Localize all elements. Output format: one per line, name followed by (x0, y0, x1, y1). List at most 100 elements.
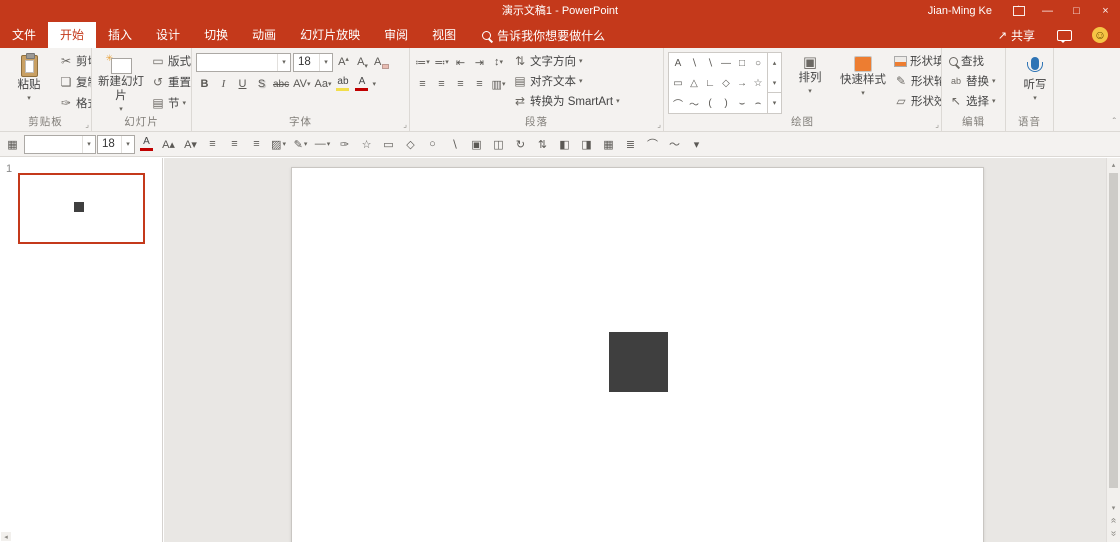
qat-star-icon[interactable]: ☆ (356, 134, 377, 155)
italic-button[interactable]: I (215, 75, 232, 94)
strikethrough-button[interactable]: abc (272, 75, 290, 94)
shape-effects-button[interactable]: ▱形状效果▾ (891, 91, 942, 111)
line-spacing-button[interactable]: ↕▾ (490, 53, 507, 72)
scroll-left-icon[interactable]: ◂ (1, 532, 11, 541)
maximize-button[interactable]: □ (1062, 0, 1091, 22)
font-color-button[interactable]: A (353, 75, 370, 94)
shape-icon[interactable]: — (721, 58, 731, 69)
comments-icon[interactable] (1057, 30, 1072, 41)
bold-button[interactable]: B (196, 75, 213, 94)
account-name[interactable]: Jian-Ming Ke (928, 5, 992, 17)
shapes-gallery[interactable]: A ∖ ∖ — □ ○ ▭ △ ∟ ◇ → ☆ ⌒ ～ ( ) ⌣ ⌢ ▴ (668, 52, 782, 114)
font-name-combo[interactable]: ▾ (196, 53, 291, 72)
tab-review[interactable]: 审阅 (372, 22, 420, 48)
qat-rotate-icon[interactable]: ↻ (510, 134, 531, 155)
shapes-more-icon[interactable]: ▾ (768, 92, 781, 113)
qat-group-icon[interactable]: ◫ (488, 134, 509, 155)
next-slide-button[interactable]: » (1107, 527, 1120, 540)
qat-more-commands-icon[interactable]: ▾ (686, 134, 707, 155)
dialog-launcher-icon[interactable]: ⌟ (85, 121, 89, 129)
decrease-indent-button[interactable]: ⇤ (452, 53, 469, 72)
combo-caret[interactable]: ▾ (277, 54, 290, 71)
tab-insert[interactable]: 插入 (96, 22, 144, 48)
combo-caret[interactable]: ▾ (319, 54, 332, 71)
minimize-button[interactable]: — (1033, 0, 1062, 22)
select-button[interactable]: ↖选择▾ (946, 91, 999, 111)
share-button[interactable]: ↗ 共享 (988, 27, 1045, 44)
character-spacing-button[interactable]: AV▾ (292, 75, 311, 94)
qat-view-icon[interactable]: ▦ (2, 134, 23, 155)
previous-slide-button[interactable]: « (1107, 514, 1120, 527)
quick-styles-button[interactable]: 快速样式 ▾ (838, 51, 888, 114)
dictate-button[interactable]: 听写 ▾ (1010, 51, 1054, 114)
format-painter-button[interactable]: ✑格式刷 (57, 93, 92, 113)
columns-button[interactable]: ▥▾ (490, 75, 507, 94)
shape-icon[interactable]: △ (690, 78, 698, 89)
align-center-button[interactable]: ≡ (433, 75, 450, 94)
find-button[interactable]: 查找 (946, 51, 999, 71)
qat-increase-font-icon[interactable]: A▴ (158, 134, 179, 155)
shape-icon[interactable]: ∖ (707, 58, 713, 69)
qat-font-color-icon[interactable]: A (136, 134, 157, 155)
qat-shape-outline-icon[interactable]: ✎▾ (290, 134, 311, 155)
section-button[interactable]: ▤节▾ (149, 93, 192, 113)
dialog-launcher-icon[interactable]: ⌟ (403, 121, 407, 129)
text-shadow-button[interactable]: S (253, 75, 270, 94)
clear-formatting-button[interactable]: A (373, 53, 390, 72)
tab-slideshow[interactable]: 幻灯片放映 (288, 22, 372, 48)
replace-button[interactable]: ab替换▾ (946, 71, 999, 91)
combo-caret[interactable]: ▾ (82, 136, 95, 153)
slide-thumbnail[interactable] (18, 173, 145, 244)
shape-icon[interactable]: ⌒ (673, 96, 683, 111)
qat-arrange-icon[interactable]: ▣ (466, 134, 487, 155)
qat-distribute-icon[interactable]: ≣ (620, 134, 641, 155)
shapes-scroll-up-icon[interactable]: ▴ (768, 53, 781, 73)
shape-icon[interactable]: ( (708, 98, 711, 109)
qat-textbox-icon[interactable]: ▭ (378, 134, 399, 155)
qat-shape-icon[interactable]: ◇ (400, 134, 421, 155)
align-right-button[interactable]: ≡ (452, 75, 469, 94)
tab-file[interactable]: 文件 (0, 22, 48, 48)
qat-format-painter-icon[interactable]: ✑ (334, 134, 355, 155)
shape-icon[interactable]: ∖ (691, 58, 697, 69)
qat-align-center-icon[interactable]: ≡ (224, 134, 245, 155)
convert-smartart-button[interactable]: ⇄转换为 SmartArt▾ (510, 91, 623, 111)
qat-line-style-icon[interactable]: —▾ (312, 134, 333, 155)
shape-icon[interactable]: □ (739, 58, 745, 69)
qat-send-backward-icon[interactable]: ◨ (576, 134, 597, 155)
tab-design[interactable]: 设计 (144, 22, 192, 48)
ribbon-display-options-button[interactable]: ˆ (1004, 0, 1033, 22)
scrollbar-thumb[interactable] (1109, 173, 1118, 488)
increase-font-button[interactable]: A▴ (335, 53, 352, 72)
slide[interactable] (291, 167, 984, 542)
shape-icon[interactable]: ▭ (673, 78, 682, 89)
shape-icon[interactable]: ⌣ (739, 98, 746, 109)
shape-outline-button[interactable]: ✎形状轮廓▾ (891, 71, 942, 91)
font-size-combo[interactable]: 18▾ (293, 53, 333, 72)
cut-button[interactable]: ✂剪切 (57, 51, 92, 71)
justify-button[interactable]: ≡ (471, 75, 488, 94)
shapes-scroll-down-icon[interactable]: ▾ (768, 73, 781, 93)
copy-button[interactable]: ❏复制▾ (57, 72, 92, 92)
underline-button[interactable]: U (234, 75, 251, 94)
qat-align-objects-icon[interactable]: ▦ (598, 134, 619, 155)
scroll-up-icon[interactable]: ▴ (1107, 158, 1120, 171)
arrange-button[interactable]: ▣ 排列 ▾ (785, 51, 835, 114)
shape-icon[interactable]: ⌢ (755, 98, 762, 109)
slide-canvas[interactable] (164, 158, 1106, 542)
qat-flip-icon[interactable]: ⇅ (532, 134, 553, 155)
text-highlight-button[interactable]: ab (334, 75, 351, 94)
shape-icon[interactable]: A (675, 58, 682, 69)
bullets-button[interactable]: ≔▾ (414, 53, 431, 72)
scroll-down-icon[interactable]: ▾ (1107, 501, 1120, 514)
qat-align-right-icon[interactable]: ≡ (246, 134, 267, 155)
qat-bring-forward-icon[interactable]: ◧ (554, 134, 575, 155)
rectangle-shape[interactable] (609, 332, 668, 392)
decrease-font-button[interactable]: A▾ (354, 53, 371, 72)
tell-me-search[interactable]: 告诉我你想要做什么 (482, 22, 605, 48)
shape-icon[interactable]: → (737, 78, 747, 89)
dialog-launcher-icon[interactable]: ⌟ (657, 121, 661, 129)
text-direction-button[interactable]: ⇅文字方向▾ (510, 51, 623, 71)
shape-fill-button[interactable]: 形状填充▾ (891, 51, 942, 71)
close-button[interactable]: × (1091, 0, 1120, 22)
